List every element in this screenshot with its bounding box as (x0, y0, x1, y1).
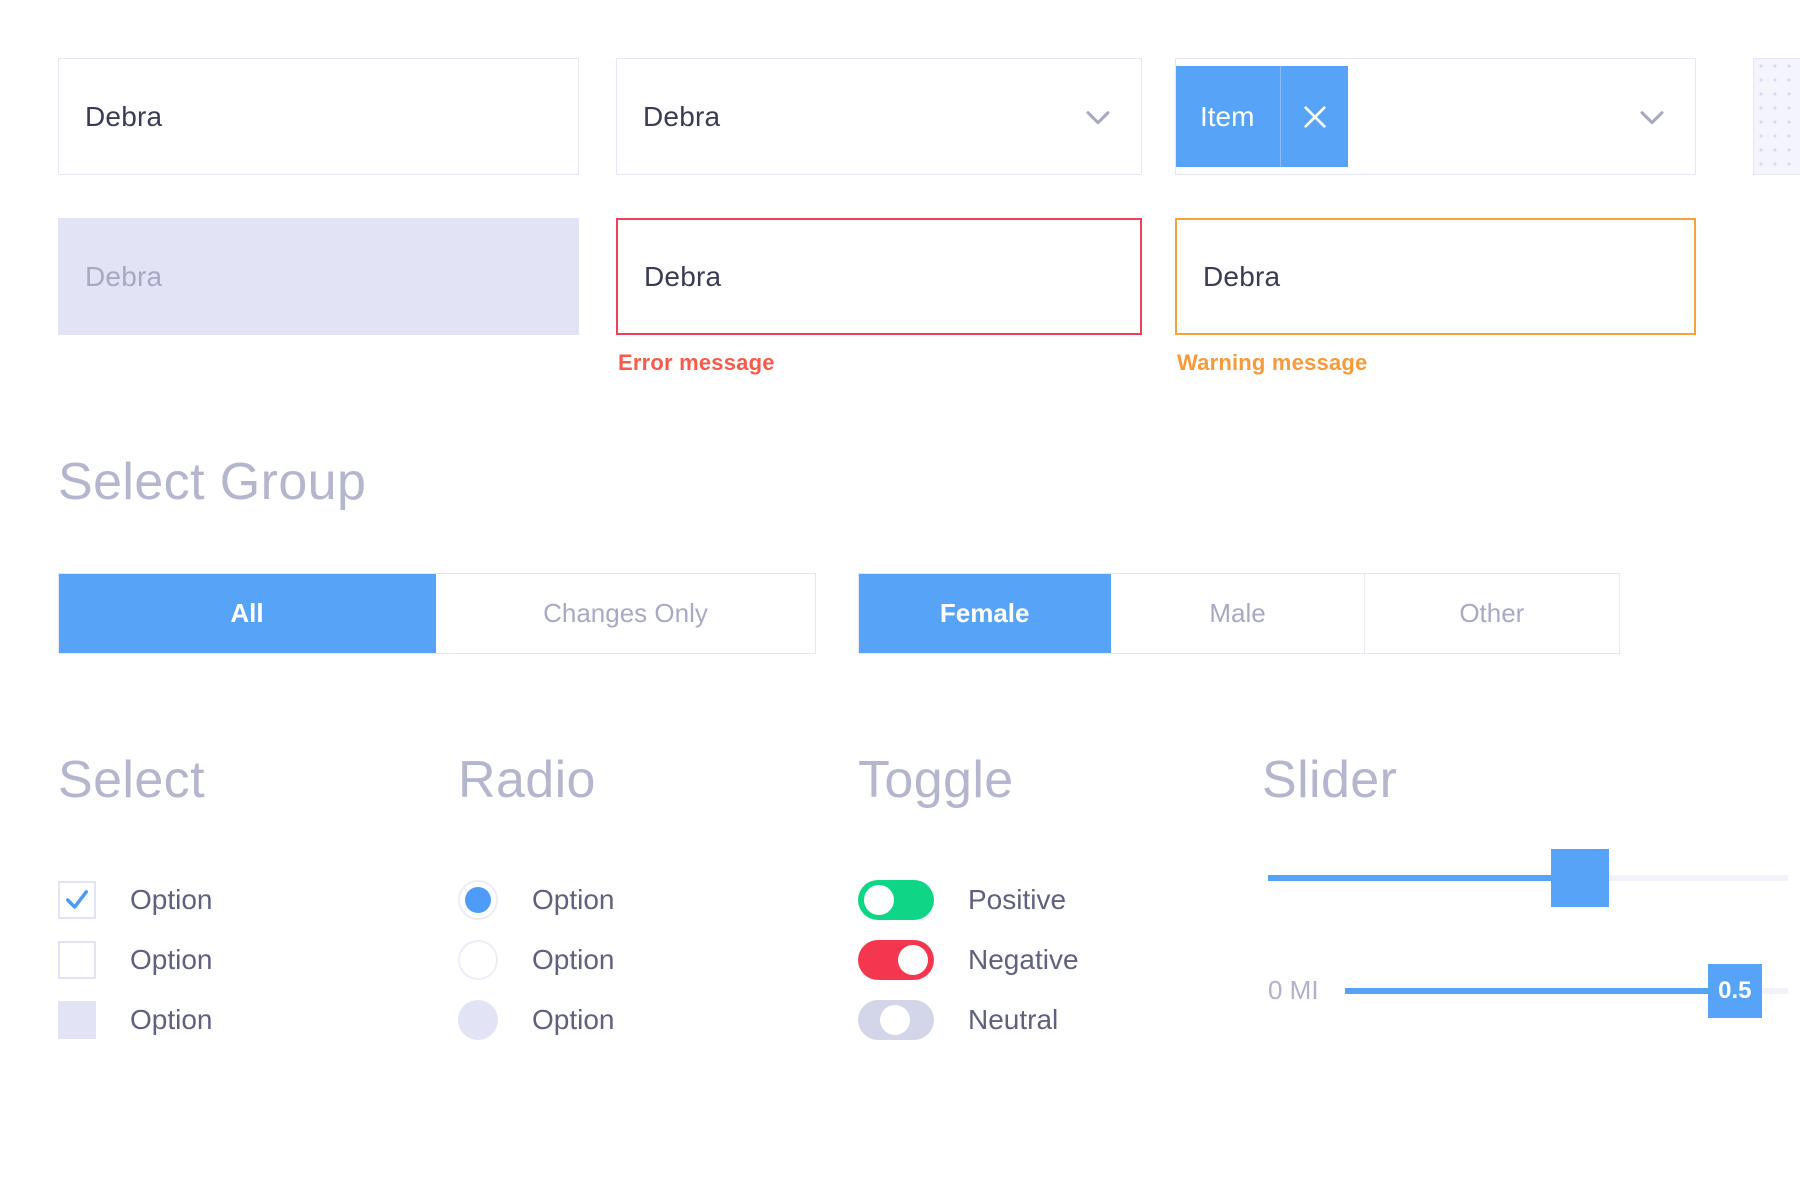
list-item: Option (58, 1001, 213, 1039)
close-icon[interactable] (1280, 66, 1348, 167)
toggle-knob (864, 885, 894, 915)
segment-other[interactable]: Other (1364, 574, 1619, 653)
checkbox-group: Option Option Option (58, 881, 213, 1039)
slider-min-label: 0 MI (1268, 975, 1319, 1005)
section-heading-select-group: Select Group (58, 453, 367, 511)
select-input-field[interactable]: Debra (616, 58, 1142, 175)
radio-group: Option Option Option (458, 880, 615, 1040)
component-showcase-page: Debra Debra Item Debra Debra Debra Error… (0, 0, 1800, 1200)
slider-thumb[interactable] (1551, 849, 1609, 907)
error-input-value: Debra (644, 260, 722, 292)
toggle-knob (898, 945, 928, 975)
checkbox-unchecked[interactable] (58, 941, 96, 979)
list-item: Option (458, 940, 615, 980)
checkbox-disabled (58, 1001, 96, 1039)
section-heading-radio: Radio (458, 751, 596, 809)
list-item: Option (58, 881, 213, 919)
checkbox-label: Option (130, 944, 213, 975)
toggle-negative[interactable] (858, 940, 934, 980)
token-container: Item (1176, 59, 1635, 174)
segment-male[interactable]: Male (1111, 574, 1365, 653)
toggle-label: Positive (968, 884, 1067, 915)
locked-input-field (1753, 58, 1800, 175)
radio-label: Option (532, 884, 615, 915)
error-message: Error message (618, 350, 775, 375)
select-input-value: Debra (643, 100, 721, 132)
radio-unselected[interactable] (458, 940, 498, 980)
disabled-input-value: Debra (85, 260, 163, 292)
disabled-input-field: Debra (58, 218, 579, 335)
radio-disabled (458, 1000, 498, 1040)
segment-all[interactable]: All (59, 574, 436, 653)
radio-label: Option (532, 944, 615, 975)
list-item: Option (58, 941, 213, 979)
toggle-group: Positive Negative Neutral (858, 880, 1079, 1040)
slider-thumb-value[interactable]: 0.5 (1707, 963, 1762, 1018)
toggle-label: Neutral (968, 1004, 1059, 1035)
segment-changes-only[interactable]: Changes Only (436, 574, 815, 653)
list-item: Negative (858, 940, 1079, 980)
segmented-control-changes-filter: All Changes Only (58, 573, 816, 654)
checkbox-label: Option (130, 1004, 213, 1035)
text-input-field[interactable]: Debra (58, 58, 579, 175)
section-heading-slider: Slider (1262, 751, 1398, 809)
toggle-neutral[interactable] (858, 1000, 934, 1040)
radio-dot (465, 887, 491, 913)
slider-distance: 0 MI 0.5 (1268, 963, 1788, 1018)
section-heading-toggle: Toggle (858, 751, 1014, 809)
toggle-label: Negative (968, 944, 1079, 975)
list-item: Positive (858, 880, 1079, 920)
chevron-down-icon (1081, 100, 1115, 134)
section-heading-select: Select (58, 751, 205, 809)
slider-track[interactable] (1268, 849, 1788, 907)
slider-plain (1268, 849, 1788, 907)
warning-message: Warning message (1177, 350, 1368, 375)
slider-fill (1344, 987, 1735, 994)
list-item: Option (458, 880, 615, 920)
warning-input-field[interactable]: Debra (1175, 218, 1696, 335)
segmented-control-gender-filter: Female Male Other (858, 573, 1620, 654)
checkbox-checked[interactable] (58, 881, 96, 919)
checkbox-label: Option (130, 884, 213, 915)
segment-female[interactable]: Female (859, 574, 1112, 653)
toggle-positive[interactable] (858, 880, 934, 920)
token-chip[interactable]: Item (1176, 66, 1349, 167)
list-item: Neutral (858, 1000, 1079, 1040)
token-label: Item (1200, 100, 1255, 132)
list-item: Option (458, 1000, 615, 1040)
chevron-down-icon (1635, 100, 1669, 134)
radio-label: Option (532, 1004, 615, 1035)
text-input-value: Debra (85, 100, 163, 132)
slider-track[interactable]: 0.5 (1344, 963, 1788, 1018)
token-select-field[interactable]: Item (1175, 58, 1696, 175)
warning-input-value: Debra (1203, 260, 1281, 292)
toggle-knob (880, 1005, 910, 1035)
error-input-field[interactable]: Debra (616, 218, 1142, 335)
slider-fill (1268, 875, 1580, 881)
radio-selected[interactable] (458, 880, 498, 920)
